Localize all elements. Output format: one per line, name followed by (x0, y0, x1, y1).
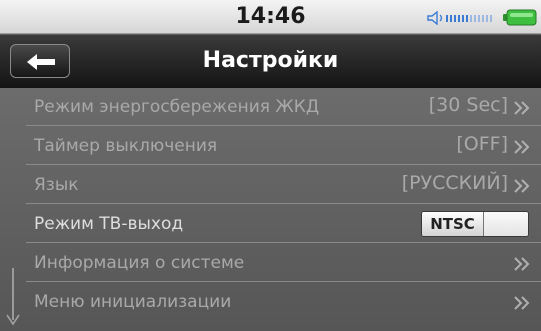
setting-label: Информация о системе (34, 253, 245, 273)
setting-system-info[interactable]: Информация о системе (26, 244, 541, 282)
settings-list: Режим энергосбережения ЖКД [30 Sec] Тайм… (0, 88, 541, 331)
setting-label: Таймер выключения (34, 136, 218, 156)
battery-icon (503, 9, 537, 26)
toggle-knob[interactable] (484, 212, 528, 236)
setting-lcd-power-saving[interactable]: Режим энергосбережения ЖКД [30 Sec] (26, 88, 541, 126)
speaker-volume-icon (427, 11, 492, 25)
setting-label: Режим энергосбережения ЖКД (34, 97, 320, 117)
setting-value: [РУССКИЙ] (401, 172, 508, 194)
back-button[interactable] (10, 44, 70, 78)
setting-tv-out: Режим ТВ-выход NTSC (26, 205, 541, 243)
double-chevron-right-icon (514, 101, 530, 115)
tv-out-toggle[interactable]: NTSC (421, 211, 529, 237)
double-chevron-right-icon (514, 296, 530, 310)
arrow-down-icon[interactable] (5, 313, 21, 327)
setting-init-menu[interactable]: Меню инициализации (26, 283, 541, 321)
title-bar: Настройки (0, 35, 541, 88)
arrow-left-icon (27, 54, 55, 70)
setting-language[interactable]: Язык [РУССКИЙ] (26, 166, 541, 204)
double-chevron-right-icon (514, 140, 530, 154)
page-title: Настройки (202, 48, 339, 73)
status-bar: 14:46 (0, 0, 541, 34)
setting-label: Язык (34, 175, 79, 195)
setting-value: [30 Sec] (428, 94, 508, 116)
setting-label: Режим ТВ-выход (34, 214, 184, 234)
setting-label: Меню инициализации (34, 292, 232, 312)
toggle-value: NTSC (422, 212, 484, 236)
double-chevron-right-icon (514, 257, 530, 271)
setting-value: [OFF] (456, 133, 508, 155)
setting-shutdown-timer[interactable]: Таймер выключения [OFF] (26, 127, 541, 165)
double-chevron-right-icon (514, 179, 530, 193)
